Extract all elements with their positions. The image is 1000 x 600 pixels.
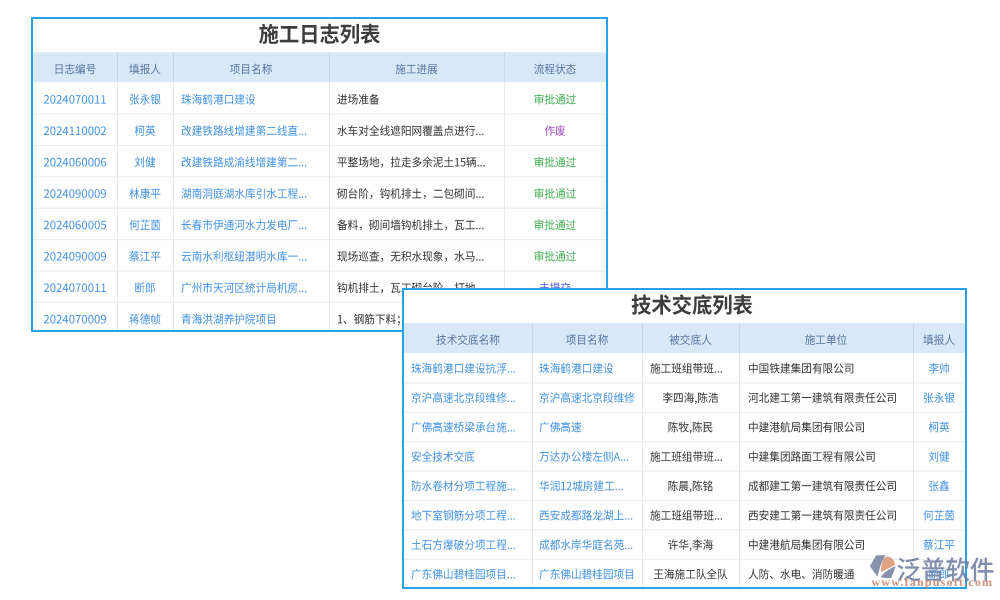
svg-text:www.fanpusoft.com: www.fanpusoft.com [872,575,994,589]
